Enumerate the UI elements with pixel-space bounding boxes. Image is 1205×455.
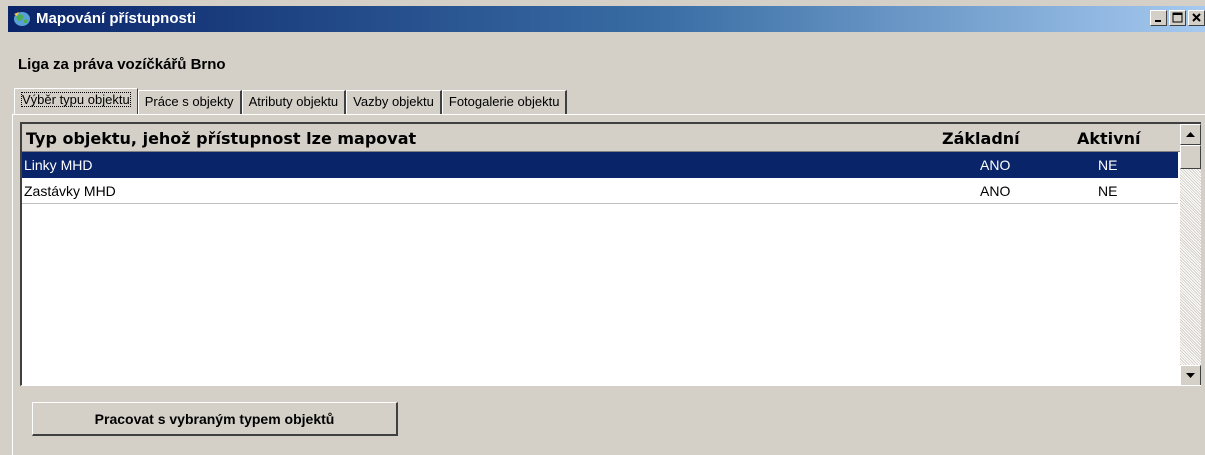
row-active: NE xyxy=(1098,157,1118,173)
tab-object-photogallery[interactable]: Fotogalerie objektu xyxy=(441,90,568,114)
scroll-thumb[interactable] xyxy=(1180,145,1201,169)
row-active: NE xyxy=(1098,183,1118,199)
tab-object-attributes[interactable]: Atributy objektu xyxy=(241,90,347,114)
vertical-scrollbar[interactable] xyxy=(1180,124,1201,385)
table-row[interactable]: Linky MHD ANO NE xyxy=(22,152,1178,178)
organization-name: Liga za práva vozíčkářů Brno xyxy=(18,56,226,73)
row-name: Linky MHD xyxy=(24,157,93,173)
close-button[interactable] xyxy=(1188,10,1205,26)
arrow-down-icon xyxy=(1186,373,1195,378)
tab-object-type-selection[interactable]: Výběr typu objektu xyxy=(14,88,138,115)
scroll-up-button[interactable] xyxy=(1180,124,1201,145)
scroll-down-button[interactable] xyxy=(1180,365,1201,385)
minimize-icon xyxy=(1155,20,1161,22)
window-title: Mapování přístupnosti xyxy=(36,10,197,27)
maximize-icon xyxy=(1172,12,1183,23)
arrow-up-icon xyxy=(1186,132,1195,137)
title-bar[interactable]: Mapování přístupnosti xyxy=(8,6,1205,32)
tab-label: Práce s objekty xyxy=(144,94,234,109)
row-name: Zastávky MHD xyxy=(24,183,116,199)
tab-label: Atributy objektu xyxy=(248,94,339,109)
work-with-selected-type-button[interactable]: Pracovat s vybraným typem objektů xyxy=(32,402,398,436)
close-icon xyxy=(1192,13,1201,22)
tab-work-with-objects[interactable]: Práce s objekty xyxy=(137,90,242,114)
maximize-button[interactable] xyxy=(1169,10,1186,26)
window-controls xyxy=(1150,10,1205,26)
tab-strip: Výběr typu objektu Práce s objekty Atrib… xyxy=(14,88,568,115)
grid-header: Typ objektu, jehož přístupnost lze mapov… xyxy=(22,124,1182,152)
column-header-basic[interactable]: Základní xyxy=(942,129,1020,148)
row-basic: ANO xyxy=(980,183,1011,199)
tab-object-relations[interactable]: Vazby objektu xyxy=(346,90,442,114)
row-basic: ANO xyxy=(980,157,1011,173)
column-header-active[interactable]: Aktivní xyxy=(1077,129,1140,148)
tab-label: Vazby objektu xyxy=(353,94,434,109)
tab-label: Výběr typu objektu xyxy=(21,92,131,107)
minimize-button[interactable] xyxy=(1150,10,1167,26)
column-header-type[interactable]: Typ objektu, jehož přístupnost lze mapov… xyxy=(26,129,416,148)
table-row[interactable]: Zastávky MHD ANO NE xyxy=(22,178,1178,204)
object-type-grid[interactable]: Typ objektu, jehož přístupnost lze mapov… xyxy=(20,122,1201,386)
main-window: Mapování přístupnosti Liga za práva vozí… xyxy=(0,0,1205,455)
tab-label: Fotogalerie objektu xyxy=(448,94,560,109)
map-globe-icon xyxy=(13,11,31,27)
